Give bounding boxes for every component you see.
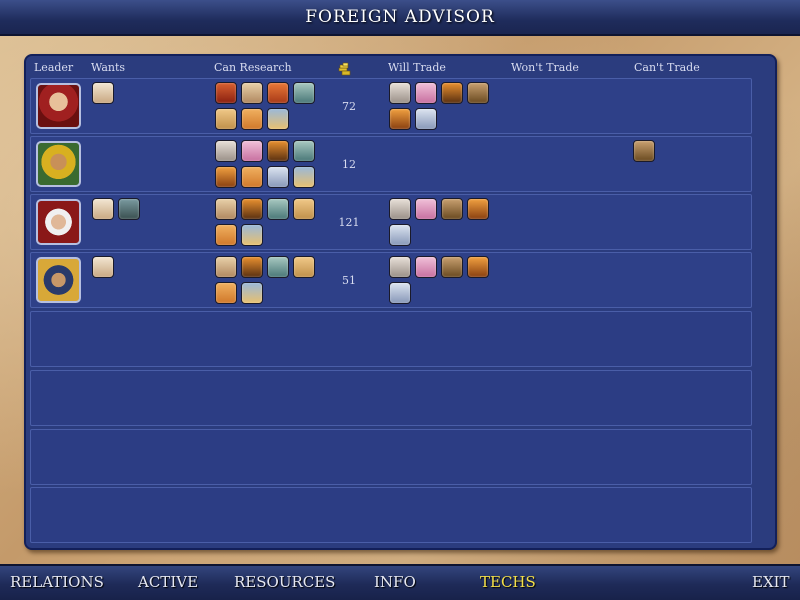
map-tech-icon[interactable] xyxy=(389,224,411,246)
scroll-tech-icon[interactable] xyxy=(415,256,437,278)
statue-tech-icon[interactable] xyxy=(293,140,315,162)
mosaic-tech-icon[interactable] xyxy=(633,140,655,162)
nav-resources[interactable]: RESOURCES xyxy=(234,573,335,591)
exit-button[interactable]: EXIT xyxy=(752,573,790,591)
map-tech-icon[interactable] xyxy=(267,166,289,188)
leader-portrait[interactable] xyxy=(36,199,81,245)
column-header-wont-trade: Won't Trade xyxy=(511,61,579,74)
column-header-will-trade: Will Trade xyxy=(388,61,446,74)
horse-tech-icon[interactable] xyxy=(215,166,237,188)
map-tech-icon[interactable] xyxy=(389,282,411,304)
civ-row[interactable]: 51 xyxy=(30,252,752,308)
temple-tech-icon[interactable] xyxy=(241,82,263,104)
statue-tech-icon[interactable] xyxy=(267,256,289,278)
horse-tech-icon[interactable] xyxy=(267,140,289,162)
horse-tech-icon[interactable] xyxy=(467,198,489,220)
empty-civ-row xyxy=(30,429,752,485)
scroll-tech-icon[interactable] xyxy=(92,198,114,220)
pen-tech-icon[interactable] xyxy=(293,198,315,220)
compass-tech-icon[interactable] xyxy=(215,282,237,304)
statue-tech-icon[interactable] xyxy=(293,82,315,104)
empty-civ-row xyxy=(30,370,752,426)
scroll-tech-icon[interactable] xyxy=(92,82,114,104)
leader-portrait[interactable] xyxy=(36,257,81,303)
leader-portrait[interactable] xyxy=(36,141,81,187)
statue-tech-icon[interactable] xyxy=(389,198,411,220)
title-bar: FOREIGN ADVISOR xyxy=(0,0,800,36)
temple-tech-icon[interactable] xyxy=(215,198,237,220)
temple-tech-icon[interactable] xyxy=(215,256,237,278)
horse-tech-icon[interactable] xyxy=(441,82,463,104)
statue-tech-icon[interactable] xyxy=(389,82,411,104)
compass-tech-icon[interactable] xyxy=(241,166,263,188)
nav-relations[interactable]: RELATIONS xyxy=(10,573,104,591)
pen-tech-icon[interactable] xyxy=(293,256,315,278)
dragon-tech-icon[interactable] xyxy=(215,82,237,104)
map-tech-icon[interactable] xyxy=(241,224,263,246)
column-header-leader: Leader xyxy=(34,61,74,74)
empty-civ-row xyxy=(30,487,752,543)
pen-tech-icon[interactable] xyxy=(215,108,237,130)
gold-amount: 51 xyxy=(342,274,356,287)
horse-tech-icon[interactable] xyxy=(241,198,263,220)
map-tech-icon[interactable] xyxy=(267,108,289,130)
nav-techs[interactable]: TECHS xyxy=(480,573,536,591)
scroll-tech-icon[interactable] xyxy=(415,82,437,104)
mosaic-tech-icon[interactable] xyxy=(441,198,463,220)
map-tech-icon[interactable] xyxy=(293,166,315,188)
civ-row[interactable]: 12 xyxy=(30,136,752,192)
statue-tech-icon[interactable] xyxy=(267,198,289,220)
nav-info[interactable]: INFO xyxy=(374,573,416,591)
horse-tech-icon[interactable] xyxy=(467,256,489,278)
scroll-tech-icon[interactable] xyxy=(92,256,114,278)
scroll-tech-icon[interactable] xyxy=(241,140,263,162)
map-tech-icon[interactable] xyxy=(241,282,263,304)
mosaic-tech-icon[interactable] xyxy=(467,82,489,104)
leader-portrait[interactable] xyxy=(36,83,81,129)
column-header-cant-trade: Can't Trade xyxy=(634,61,700,74)
statue-tech-icon[interactable] xyxy=(389,256,411,278)
civ-row[interactable]: 72 xyxy=(30,78,752,134)
gold-amount: 121 xyxy=(338,216,360,229)
compass-tech-icon[interactable] xyxy=(215,224,237,246)
leaf-tech-icon[interactable] xyxy=(267,82,289,104)
horse-tech-icon[interactable] xyxy=(241,256,263,278)
column-header-wants: Wants xyxy=(91,61,126,74)
gold-coins-icon xyxy=(338,61,352,76)
map-tech-icon[interactable] xyxy=(415,108,437,130)
foreign-advisor-panel: Leader Wants Can Research Will Trade Won… xyxy=(24,54,777,550)
page-title: FOREIGN ADVISOR xyxy=(305,7,495,27)
statue-tech-icon[interactable] xyxy=(215,140,237,162)
advisor-nav-bar: RELATIONS ACTIVE RESOURCES INFO TECHS EX… xyxy=(0,564,800,600)
scroll-tech-icon[interactable] xyxy=(415,198,437,220)
gold-amount: 72 xyxy=(342,100,356,113)
compass-tech-icon[interactable] xyxy=(241,108,263,130)
horse-tech-icon[interactable] xyxy=(389,108,411,130)
civ-row[interactable]: 121 xyxy=(30,194,752,250)
column-header-can-research: Can Research xyxy=(214,61,292,74)
empty-civ-row xyxy=(30,311,752,367)
nav-active[interactable]: ACTIVE xyxy=(138,573,198,591)
statue-tech-icon[interactable] xyxy=(118,198,140,220)
mosaic-tech-icon[interactable] xyxy=(441,256,463,278)
gold-amount: 12 xyxy=(342,158,356,171)
